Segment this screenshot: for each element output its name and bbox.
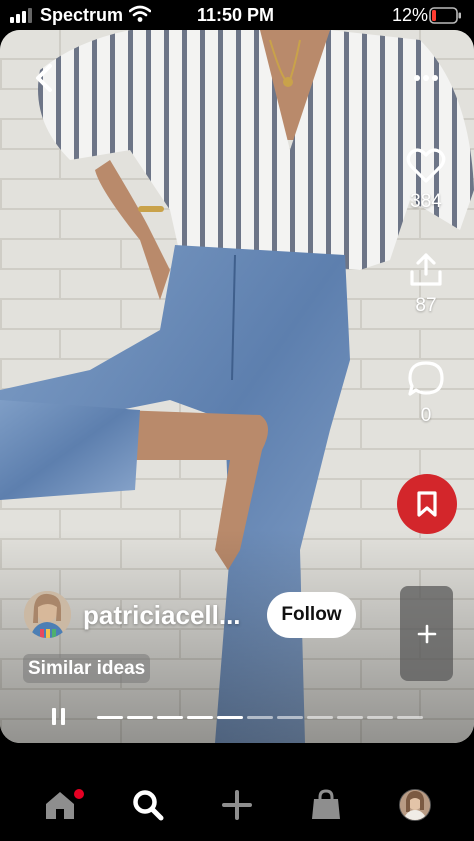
progress-segment (247, 716, 273, 719)
carrier-name: Spectrum (40, 5, 124, 25)
progress-segment (127, 716, 153, 719)
shopping-bag-icon (312, 789, 340, 819)
back-button[interactable] (22, 56, 66, 100)
progress-segment (277, 716, 303, 719)
share-icon (410, 253, 442, 286)
notification-dot (74, 789, 84, 799)
share-action[interactable]: 87 (396, 252, 456, 317)
comment-action[interactable]: 0 (396, 360, 456, 427)
nav-create[interactable] (219, 787, 255, 823)
plus-icon (417, 624, 436, 643)
like-count: 384 (410, 191, 442, 212)
search-icon (133, 790, 164, 821)
follow-button[interactable]: Follow (267, 592, 356, 638)
creator-row: patriciacell... Follow (24, 591, 384, 639)
add-to-board-button[interactable] (400, 586, 453, 681)
battery-percent: 12% (392, 5, 429, 25)
more-dots-icon (414, 75, 438, 81)
like-action[interactable]: 384 (396, 148, 456, 213)
progress-segment (97, 716, 123, 719)
share-count: 87 (415, 295, 437, 316)
heart-icon (406, 148, 446, 183)
similar-ideas-chip[interactable]: Similar ideas (23, 654, 151, 683)
bottom-nav (0, 743, 474, 841)
signal-icon (10, 8, 32, 23)
pause-button[interactable] (49, 705, 69, 729)
clock: 11:50 PM (197, 5, 275, 25)
progress-segment (367, 716, 393, 719)
nav-search[interactable] (130, 787, 166, 823)
creator-avatar[interactable] (24, 591, 71, 638)
nav-shop[interactable] (308, 787, 344, 823)
save-button[interactable] (397, 474, 457, 534)
bookmark-icon (417, 491, 437, 517)
status-bar: Spectrum 11:50 PM 12% (0, 0, 474, 32)
creator-name[interactable]: patriciacell... (83, 600, 241, 631)
nav-profile[interactable] (397, 787, 433, 823)
more-options-button[interactable] (404, 60, 448, 96)
progress-segment (217, 716, 243, 719)
pin-card[interactable]: 384 87 0 patriciacell... Follow Similar … (0, 30, 474, 743)
nav-home[interactable] (42, 787, 78, 823)
comment-icon (408, 361, 444, 396)
progress-segment (187, 716, 213, 719)
creator-avatar-image (24, 591, 71, 638)
home-icon (46, 792, 74, 819)
progress-segment (307, 716, 333, 719)
pause-icon (52, 708, 65, 725)
profile-avatar-image (400, 790, 430, 820)
progress-segment (397, 716, 423, 719)
chevron-left-icon (36, 64, 52, 92)
wifi-icon (129, 5, 151, 22)
battery-icon (429, 7, 461, 24)
comment-count: 0 (420, 405, 432, 426)
progress-segment (157, 716, 183, 719)
profile-avatar (399, 789, 431, 821)
progress-segment (337, 716, 363, 719)
create-plus-icon (222, 790, 252, 820)
video-progress-bar[interactable] (97, 716, 423, 720)
